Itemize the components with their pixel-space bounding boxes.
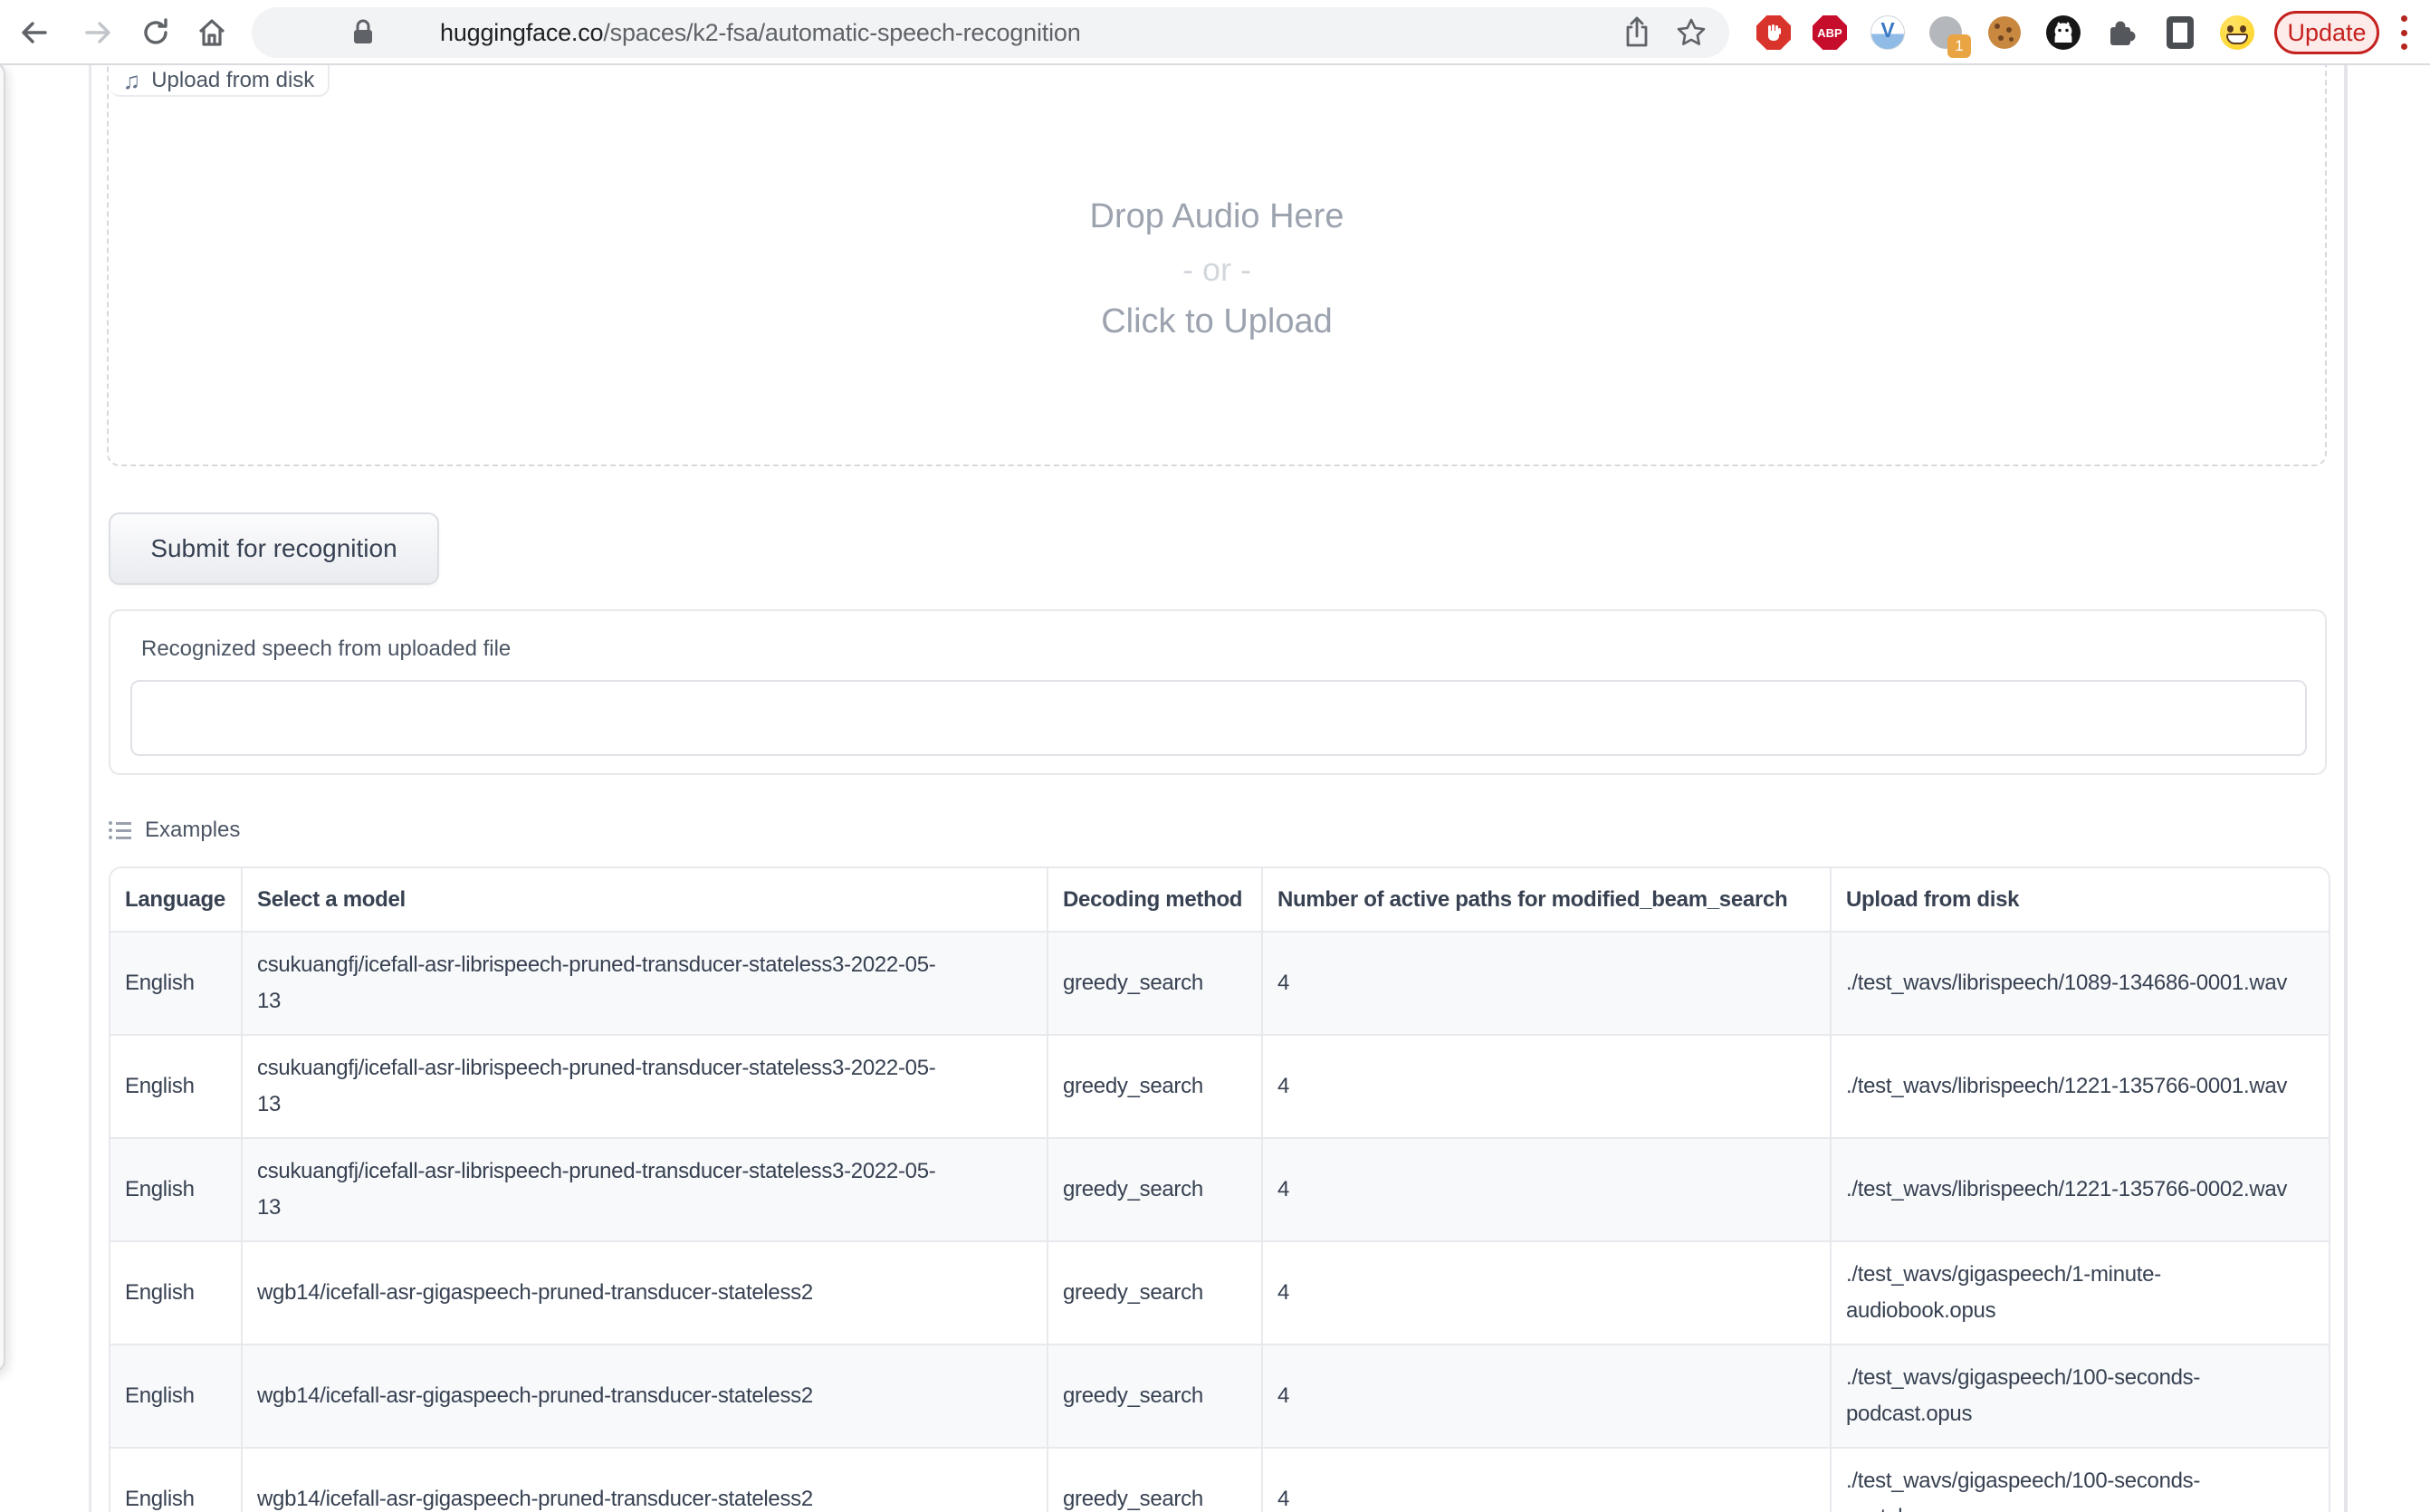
cell-decoding-method[interactable]: greedy_search [1048,1448,1262,1512]
cell-num-paths[interactable]: 4 [1262,1345,1831,1448]
recognized-speech-textbox[interactable] [130,680,2307,756]
table-header-row: Language Select a model Decoding method … [110,868,2329,932]
url-host: huggingface.co [440,19,603,46]
cell-model[interactable]: wgb14/icefall-asr-gigaspeech-pruned-tran… [242,1241,1048,1345]
extension-badge: 1 [1947,34,1971,58]
music-note-icon: ♫ [123,69,141,92]
examples-header: Examples [109,818,240,843]
cell-upload-path[interactable]: ./test_wavs/librispeech/1221-135766-0001… [1831,1035,2329,1138]
cell-language[interactable]: English [110,1241,242,1345]
app-right-divider [2344,65,2348,1512]
cell-upload-path[interactable]: ./test_wavs/gigaspeech/100-seconds-youtu… [1831,1448,2329,1512]
recognized-speech-label: Recognized speech from uploaded file [141,636,511,662]
tab-upload-from-disk[interactable]: ♫ Upload from disk [110,65,330,97]
examples-title: Examples [145,818,240,843]
extensions-puzzle-icon[interactable] [2103,15,2138,50]
submit-for-recognition-button[interactable]: Submit for recognition [109,512,439,585]
example-row[interactable]: English wgb14/icefall-asr-gigaspeech-pru… [110,1345,2329,1448]
header-select-model: Select a model [242,868,1048,932]
audio-dropzone[interactable] [107,65,2327,466]
cell-upload-path[interactable]: ./test_wavs/librispeech/1089-134686-0001… [1831,932,2329,1035]
header-decoding-method: Decoding method [1048,868,1262,932]
example-row[interactable]: English wgb14/icefall-asr-gigaspeech-pru… [110,1448,2329,1512]
examples-table: Language Select a model Decoding method … [110,868,2329,1512]
avatar: 1 [1929,16,1962,49]
cell-decoding-method[interactable]: greedy_search [1048,1345,1262,1448]
cell-upload-path[interactable]: ./test_wavs/librispeech/1221-135766-0002… [1831,1138,2329,1241]
cell-upload-path[interactable]: ./test_wavs/gigaspeech/100-seconds-podca… [1831,1345,2329,1448]
header-language: Language [110,868,242,932]
adblock-plus-extension-icon[interactable]: ABP [1813,15,1847,50]
cell-model[interactable]: csukuangfj/icefall-asr-librispeech-prune… [242,1138,1048,1241]
vimium-label: V [1870,15,1905,50]
cookie-extension-icon[interactable] [1987,15,2022,50]
refresh-icon[interactable] [138,14,174,51]
cell-num-paths[interactable]: 4 [1262,932,1831,1035]
update-label: Update [2287,19,2366,47]
app-left-divider [89,65,91,1512]
cell-num-paths[interactable]: 4 [1262,1448,1831,1512]
header-upload-from-disk: Upload from disk [1831,868,2329,932]
grin-emoji-icon[interactable] [2220,15,2254,50]
lock-icon[interactable] [351,19,375,46]
cell-decoding-method[interactable]: greedy_search [1048,932,1262,1035]
address-bar[interactable]: huggingface.co/spaces/k2-fsa/automatic-s… [252,7,1729,58]
share-icon[interactable] [1622,16,1651,49]
bookmark-star-icon[interactable] [1675,16,1708,49]
back-icon[interactable] [16,14,53,51]
cell-model[interactable]: wgb14/icefall-asr-gigaspeech-pruned-tran… [242,1345,1048,1448]
url-text: huggingface.co/spaces/k2-fsa/automatic-s… [440,19,1081,47]
examples-tbody: English csukuangfj/icefall-asr-librispee… [110,932,2329,1512]
upload-tab-label: Upload from disk [151,68,314,93]
cell-language[interactable]: English [110,1448,242,1512]
cell-language[interactable]: English [110,932,242,1035]
profile-extension-icon[interactable]: 1 [1928,15,1963,50]
example-row[interactable]: English csukuangfj/icefall-asr-librispee… [110,1035,2329,1138]
url-path: /spaces/k2-fsa/automatic-speech-recognit… [603,19,1080,46]
recognized-speech-group: Recognized speech from uploaded file [109,609,2327,775]
cell-model[interactable]: csukuangfj/icefall-asr-librispeech-prune… [242,932,1048,1035]
left-panel-edge [0,65,5,1373]
browser-menu-icon[interactable] [2399,14,2408,52]
forward-icon[interactable] [80,14,116,51]
example-row[interactable]: English wgb14/icefall-asr-gigaspeech-pru… [110,1241,2329,1345]
cell-model[interactable]: wgb14/icefall-asr-gigaspeech-pruned-tran… [242,1448,1048,1512]
example-row[interactable]: English csukuangfj/icefall-asr-librispee… [110,1138,2329,1241]
cell-num-paths[interactable]: 4 [1262,1035,1831,1138]
cell-language[interactable]: English [110,1345,242,1448]
ublock-extension-icon[interactable] [1756,15,1791,50]
home-icon[interactable] [194,14,230,51]
cell-language[interactable]: English [110,1035,242,1138]
cell-upload-path[interactable]: ./test_wavs/gigaspeech/1-minute-audioboo… [1831,1241,2329,1345]
cell-decoding-method[interactable]: greedy_search [1048,1138,1262,1241]
cell-language[interactable]: English [110,1138,242,1241]
browser-toolbar: huggingface.co/spaces/k2-fsa/automatic-s… [0,0,2430,65]
cell-num-paths[interactable]: 4 [1262,1241,1831,1345]
github-extension-icon[interactable] [2046,15,2081,50]
page-content: ♫ Upload from disk Drop Audio Here - or … [0,65,2430,1512]
example-row[interactable]: English csukuangfj/icefall-asr-librispee… [110,932,2329,1035]
cell-decoding-method[interactable]: greedy_search [1048,1241,1262,1345]
side-panel-icon[interactable] [2163,15,2197,50]
examples-list-icon [109,818,132,842]
screen: huggingface.co/spaces/k2-fsa/automatic-s… [0,0,2430,1512]
vimium-extension-icon[interactable]: V [1870,15,1905,50]
examples-table-wrap: Language Select a model Decoding method … [109,866,2330,1512]
abp-label: ABP [1813,15,1847,50]
header-num-paths: Number of active paths for modified_beam… [1262,868,1831,932]
cell-decoding-method[interactable]: greedy_search [1048,1035,1262,1138]
update-button[interactable]: Update [2274,11,2379,54]
cell-model[interactable]: csukuangfj/icefall-asr-librispeech-prune… [242,1035,1048,1138]
cell-num-paths[interactable]: 4 [1262,1138,1831,1241]
